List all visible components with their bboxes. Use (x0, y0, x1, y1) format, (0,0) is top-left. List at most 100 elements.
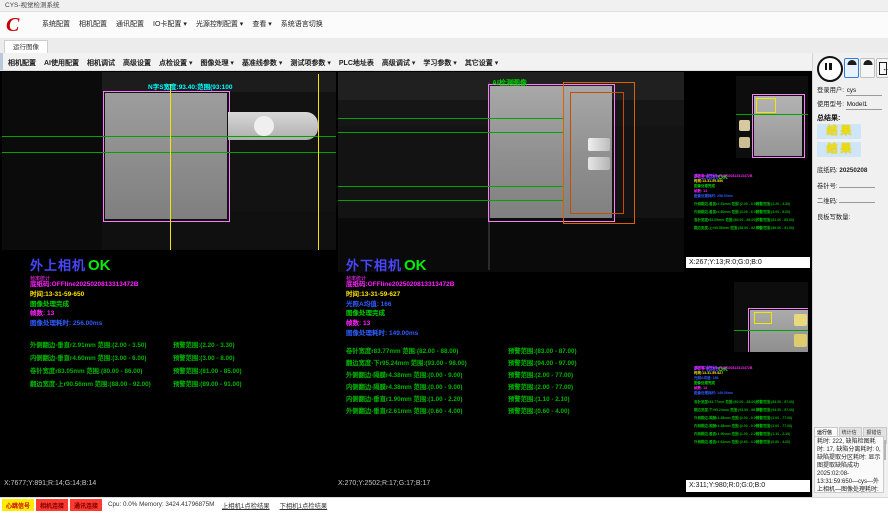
status-badge: 心跳信号 (2, 499, 34, 511)
menu-item[interactable]: 相机配置 (79, 21, 107, 28)
total-result-label: 总结果: (817, 113, 840, 123)
window-title: CYS-视觉检测系统 (5, 2, 60, 9)
toolbar-button[interactable]: AI使用配置 (44, 60, 79, 67)
tab-run-image[interactable]: 运行图像 (4, 40, 48, 54)
app-logo-icon: C (6, 14, 36, 38)
measurement-row: 外侧翻边-垂直r2.91mm 范围:(2.00 - 3.50) 预警范围:(2.… (30, 340, 330, 353)
person-icon (863, 59, 872, 65)
guide-line-green (338, 118, 563, 119)
toolbar-button[interactable]: 点检设置 ▾ (159, 60, 192, 67)
overlay-info-line: 图像处理完成 (346, 309, 454, 319)
measurement-list-middle: 卷针宽度r83.77mm 范围:(82.00 - 88.00) 预警范围:(83… (346, 346, 676, 418)
toolbar-button[interactable]: 测试项参数 ▾ (290, 60, 330, 67)
mini-overlay-info: 底纸码:OFFline2025020813313472B时间:13-31-59-… (694, 174, 752, 199)
camera-panel-bottom-right: 内下相机OK 底纸码:OFFline2025020813313472B时间:13… (686, 270, 810, 492)
camera-image-middle[interactable]: AI检测图像 (338, 72, 684, 272)
menu-item[interactable]: 光源控制配置 ▾ (196, 21, 243, 28)
overlay-info-line: 光照A均值: 166 (346, 300, 454, 310)
qr-code-row: 二维码: (817, 196, 875, 205)
measurement-row: 翻边宽度-上r90.56mm 范围:(88.00 - 92.00) 预警范围:(… (30, 379, 330, 392)
menu-item[interactable]: 系统语言切换 (281, 21, 323, 28)
login-user-label: 登录用户: (817, 87, 844, 94)
toolbar-button[interactable]: 基准线参数 ▾ (242, 60, 282, 67)
run-log[interactable]: 耗时: 222, 缺陷检图耗时: 17, 缺陷分离耗时: 0, 缺陷提取分区耗时… (814, 436, 884, 493)
guide-line-green (338, 186, 563, 187)
camera-image-left[interactable]: N字S宽度:93.40:范围(93:100 (2, 72, 336, 250)
overlay-info-line: 帧数: 13 (30, 309, 138, 319)
pause-button[interactable] (817, 56, 843, 82)
toolbar-button[interactable]: 学习参数 ▾ (423, 60, 456, 67)
toolbar-items: 相机配置 AI使用配置 相机调试 高级设置 点检设置 ▾ 图像处理 ▾ 基准线参数 ▾ 测试项… (8, 58, 506, 68)
measurement-row: 内侧翻边-垂直r4.60mm 范围:(3.00 - 6.00) 预警范围:(3.… (30, 353, 330, 366)
model-row: 使用型号: Model1 (817, 99, 882, 110)
app-window: CYS-视觉检测系统 C 系统配置相机配置通讯配置IO卡配置 ▾光源控制配置 ▾… (0, 0, 888, 522)
toolbar-button[interactable]: 高级设置 (123, 60, 151, 67)
spot-check-links: 上相机1点检结果 下相机1点检结果 (222, 501, 337, 510)
toolbar-button[interactable]: 其它设置 ▾ (465, 60, 498, 67)
guide-line-green (2, 152, 336, 153)
camera-panel-left: N字S宽度:93.40:范围(93:100 外上相机OK 帧率统计 底纸码:OF… (2, 72, 336, 492)
overlay-info-middle: 底纸码:OFFline2025020813313472B时间:13-31-59-… (346, 280, 454, 339)
measurement-list-left: 外侧翻边-垂直r2.91mm 范围:(2.00 - 3.50) 预警范围:(2.… (30, 340, 330, 392)
status-badges: 心跳信号相机连接通讯连接 (2, 499, 104, 511)
toolbar-button[interactable]: 高级调试 ▾ (382, 60, 415, 67)
overlay-info-line: 时间:13-31-59-650 (30, 290, 138, 300)
result-ok-label: OK (88, 257, 111, 274)
toolbar-accent (0, 53, 3, 70)
good-count-row: 良板写数量: (817, 212, 850, 221)
login-user-value: cys (846, 87, 882, 96)
measurement-row: 内侧翻边-垂直r1.90mm 范围:(1.00 - 2.20) 预警范围:(1.… (346, 394, 676, 406)
guide-line-green (338, 200, 563, 201)
toolbar-button[interactable]: 相机调试 (87, 60, 115, 67)
overlay-info-line: 时间:13-31-59-627 (346, 290, 454, 300)
menu-item[interactable]: 系统配置 (42, 21, 70, 28)
menu-item[interactable]: 查看 ▾ (252, 21, 271, 28)
measurement-row: 卷针宽度r83.05mm 范围:(80.00 - 86.00) 预警范围:(81… (30, 366, 330, 379)
status-badge: 相机连接 (36, 499, 68, 511)
measurement-row: 卷针宽度r83.77mm 范围:(82.00 - 88.00) 预警范围:(83… (346, 346, 676, 358)
camera-image-top-right[interactable] (736, 76, 808, 158)
overlay-info-line: 图像处理耗时: 149.00ms (346, 329, 454, 339)
mini-overlay-info: 底纸码:OFFline2025020813313472B时间:13-31-59-… (694, 366, 752, 396)
pixel-coords-middle: X:270;Y:2502;R:17;G:17;B:17 (338, 480, 430, 487)
result-box-top: 结 果 (817, 124, 861, 139)
toolbar-button[interactable]: 图像处理 ▾ (200, 60, 233, 67)
guide-line-yellow (170, 84, 171, 250)
overlay-info-left: 底纸码:OFFline2025020813313472B时间:13-31-59-… (30, 280, 138, 329)
window-titlebar[interactable]: CYS-视觉检测系统 (0, 0, 888, 12)
menu-item[interactable]: IO卡配置 ▾ (153, 21, 187, 28)
guide-line-green (338, 132, 563, 133)
paper-code-row: 底纸码: 20250208 (817, 165, 867, 174)
spot-check-link[interactable]: 下相机1点检结果 (280, 503, 328, 510)
overlay-info-line: 底纸码:OFFline2025020813313472B (346, 280, 454, 290)
overlay-info-line: 底纸码:OFFline2025020813313472B (30, 280, 138, 290)
toolbar-button[interactable]: 相机配置 (8, 60, 36, 67)
roi-outline-orange (570, 92, 624, 214)
result-ok-label: OK (404, 257, 427, 274)
user-login-button[interactable] (844, 58, 859, 78)
logout-button[interactable]: ← (876, 58, 888, 78)
pixel-coords-bottom-right: X:311;Y:980;R:0;G:0;B:0 (686, 480, 810, 492)
spot-check-link[interactable]: 上相机1点检结果 (222, 503, 270, 510)
needle-no-value (839, 186, 875, 188)
measurement-row: 外侧翻边-垂直r2.61mm 范围:(0.60 - 4.00) 预警范围:(0.… (346, 406, 676, 418)
mini-measurements: 外侧翻边-垂直r2.91mm 范围:(2.00 - 3.50)预警范围:(2.2… (694, 202, 806, 234)
toolbar-button[interactable]: PLC地址表 (339, 60, 374, 67)
pixel-coords-left: X:7677;Y:891;R:14;G:14;B:14 (4, 480, 96, 487)
result-box-bottom: 结 果 (817, 142, 861, 157)
camera-image-bottom-right[interactable] (734, 282, 808, 352)
qr-code-value (839, 201, 875, 203)
measurement-row: 翻边宽度-下r95.24mm 范围:(93.00 - 98.00) 预警范围:(… (346, 358, 676, 370)
exit-arrow-icon: ← (882, 64, 888, 73)
needle-no-row: 卷针号: (817, 181, 875, 190)
ai-annotation: AI检测图像 (492, 78, 527, 88)
status-badge: 通讯连接 (70, 499, 102, 511)
tab-strip (0, 38, 888, 54)
model-label: 使用型号: (817, 101, 844, 108)
overlay-info-line: 图像处理耗时: 256.00ms (30, 319, 138, 329)
menu-item[interactable]: 通讯配置 (116, 21, 144, 28)
log-scrollbar[interactable] (884, 440, 886, 460)
admin-user-button[interactable] (860, 58, 875, 78)
login-user-row: 登录用户: cys (817, 85, 882, 96)
overlay-info-line: 图像处理完成 (30, 300, 138, 310)
